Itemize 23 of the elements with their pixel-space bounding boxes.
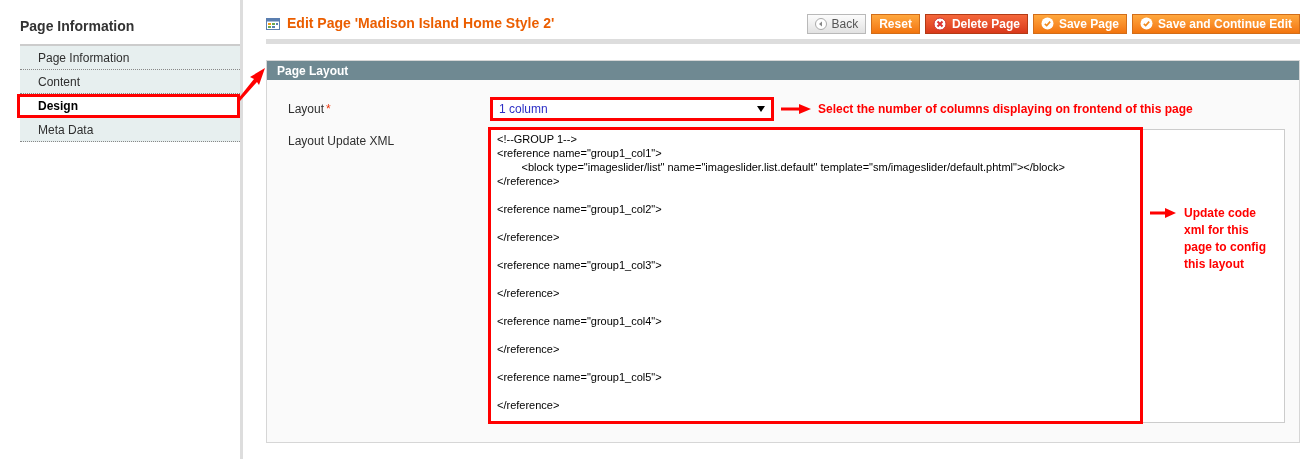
panel-header: Page Layout <box>267 61 1299 80</box>
back-icon <box>814 17 827 30</box>
sidebar-item[interactable]: Page Information <box>20 46 240 70</box>
annotation-arrow <box>237 66 267 102</box>
sidebar-item[interactable]: Content <box>20 70 240 94</box>
sidebar-item[interactable]: Meta Data <box>20 118 240 142</box>
required-mark: * <box>326 101 331 118</box>
annotation-note: Select the number of columns displaying on frontend of this page <box>818 101 1193 118</box>
page-title: Edit Page 'Madison Island Home Style 2' <box>287 14 555 33</box>
select-value: 1 column <box>499 101 548 118</box>
field-label: Layout Update XML <box>288 134 395 148</box>
close-icon <box>932 16 947 31</box>
grid-icon <box>266 17 280 30</box>
annotation-arrow <box>1150 208 1176 218</box>
back-button[interactable]: Back <box>806 13 867 34</box>
checkmark-icon <box>1140 17 1153 30</box>
sidebar-item[interactable]: Design <box>17 94 240 118</box>
layout-select[interactable]: 1 column <box>490 97 774 121</box>
delete-button[interactable]: Delete Page <box>924 13 1028 34</box>
field-label: Layout <box>288 101 325 118</box>
dropdown-icon <box>757 106 765 112</box>
annotation-arrow <box>781 104 811 114</box>
checkmark-icon <box>1040 17 1054 30</box>
